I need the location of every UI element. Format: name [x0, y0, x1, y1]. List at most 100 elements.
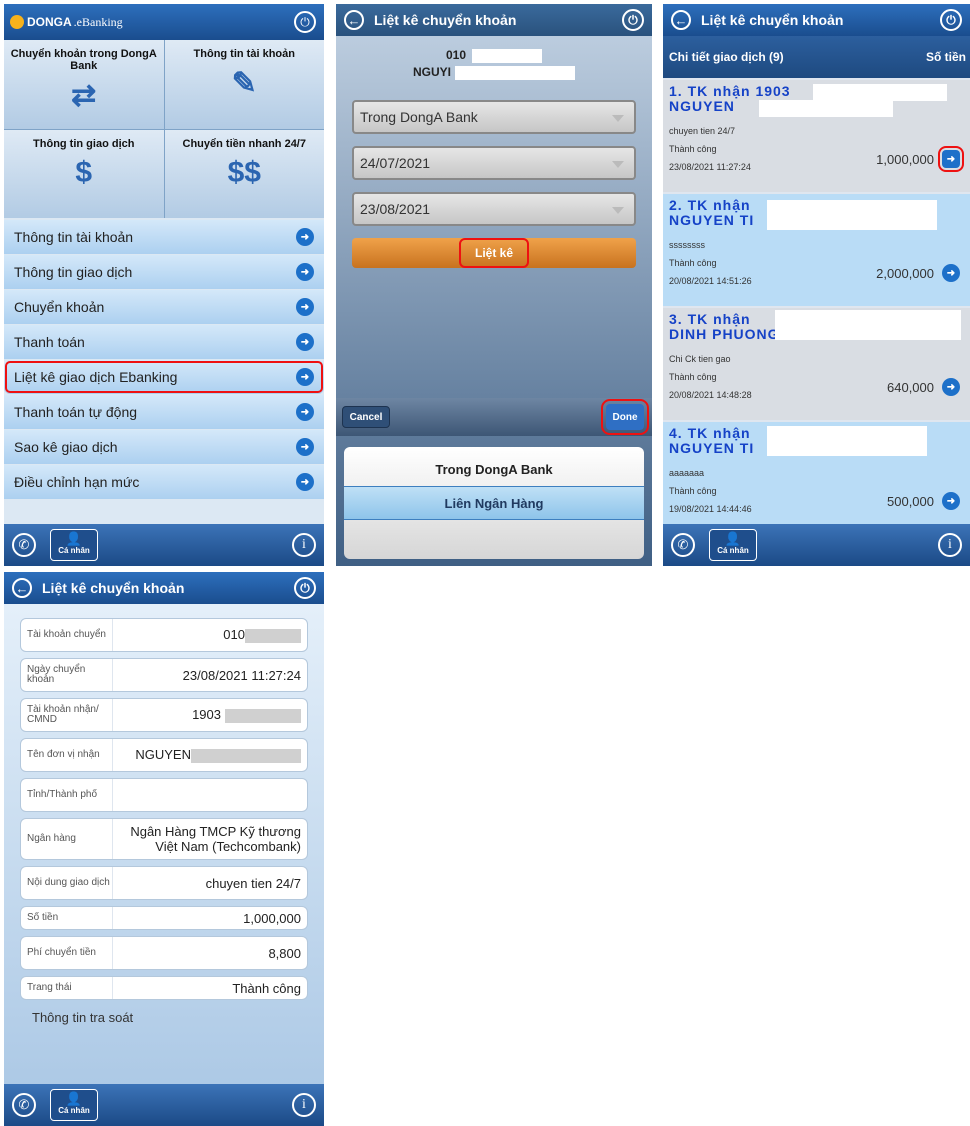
money-exchange-icon: $$	[227, 155, 261, 189]
person-icon: 👤	[65, 531, 83, 546]
info-icon[interactable]: i	[938, 533, 962, 557]
arrow-right-icon[interactable]: ➜	[942, 264, 960, 282]
account-summary: 010 NGUYI	[336, 48, 652, 80]
info-icon[interactable]: i	[292, 1093, 316, 1117]
menu-item-list-ebanking[interactable]: Liệt kê giao dịch Ebanking ➜	[4, 360, 324, 394]
detail-row: Tài khoản nhận/ CMND 1903	[20, 698, 308, 732]
arrow-right-icon[interactable]: ➜	[942, 492, 960, 510]
chevron-down-icon	[612, 207, 624, 214]
personal-button[interactable]: 👤 Cá nhân	[50, 529, 98, 561]
detail-row: Ngân hàng Ngân Hàng TMCP Kỹ thương Việt N…	[20, 818, 308, 860]
info-icon[interactable]: i	[292, 533, 316, 557]
list-button[interactable]: Liệt kê	[352, 238, 636, 268]
account-name: NGUYI	[412, 64, 451, 79]
home-screen: DONGA .eBanking ⏻ Chuyển khoản trong Don…	[4, 4, 324, 566]
arrow-right-icon: ➜	[296, 368, 314, 386]
arrow-right-icon: ➜	[296, 333, 314, 351]
transaction-item[interactable]: 2. TK nhận NGUYEN TI ssssssss Thành công…	[663, 194, 970, 306]
transaction-amount: 2,000,000	[876, 266, 934, 281]
menu-item-transfer[interactable]: Chuyển khoản ➜	[4, 290, 324, 324]
detail-row: Phí chuyển tiền 8,800	[20, 936, 308, 970]
transaction-desc: chuyen tien 24/7	[669, 126, 736, 136]
detail-count: Chi tiết giao dịch (9)	[669, 50, 784, 64]
list-subheader: Chi tiết giao dịch (9) Số tiền	[663, 36, 970, 78]
personal-button[interactable]: 👤 Cá nhân	[50, 1089, 98, 1121]
picker-option[interactable]	[344, 520, 644, 554]
menu-item-transaction-info[interactable]: Thông tin giao dịch ➜	[4, 255, 324, 289]
transaction-item[interactable]: 3. TK nhận DINH PHUONG Chi Ck tien gao T…	[663, 308, 970, 420]
back-icon[interactable]: ←	[671, 10, 691, 30]
transaction-item[interactable]: 1. TK nhận 1903 NGUYEN chuyen tien 24/7 …	[663, 80, 970, 192]
money-stack-icon: $	[75, 155, 93, 189]
brand-name: DONGA	[27, 15, 72, 29]
back-icon[interactable]: ←	[344, 10, 364, 30]
menu-item-statement[interactable]: Sao kê giao dịch ➜	[4, 430, 324, 464]
screen-header: ← Liệt kê chuyển khoản ⏻	[336, 4, 652, 36]
menu-item-payment[interactable]: Thanh toán ➜	[4, 325, 324, 359]
footer-bar: ✆ 👤 Cá nhân i	[4, 1084, 324, 1126]
power-icon[interactable]: ⏻	[622, 9, 644, 31]
tracing-info-link[interactable]: Thông tin tra soát	[32, 1010, 133, 1025]
brand-suffix: .eBanking	[73, 14, 123, 29]
tile-transaction-info[interactable]: Thông tin giao dịch $	[4, 129, 164, 218]
menu-item-limit[interactable]: Điều chỉnh hạn mức ➜	[4, 465, 324, 499]
power-icon[interactable]: ⏻	[940, 9, 962, 31]
screen-title: Liệt kê chuyển khoản	[701, 12, 844, 28]
transaction-item[interactable]: 4. TK nhận NGUYEN TI aaaaaaa Thành công …	[663, 422, 970, 526]
donga-logo-icon	[10, 15, 24, 29]
arrow-right-icon: ➜	[296, 298, 314, 316]
footer-bar: ✆ 👤 Cá nhân i	[663, 524, 970, 566]
main-menu: Thông tin tài khoản ➜ Thông tin giao dịch…	[4, 220, 324, 500]
tile-account-info[interactable]: Thông tin tài khoản ✎	[164, 40, 324, 129]
transfer-type-select[interactable]: Trong DongA Bank	[352, 100, 636, 134]
detail-row: Số tiền 1,000,000	[20, 906, 308, 930]
cancel-button[interactable]: Cancel	[342, 406, 390, 428]
pen-card-icon: ✎	[231, 67, 257, 100]
detail-row: Tài khoản chuyển 010	[20, 618, 308, 652]
arrow-right-icon: ➜	[296, 473, 314, 491]
arrow-right-icon: ➜	[296, 263, 314, 281]
footer-bar: ✆ 👤 Cá nhân i	[4, 524, 324, 566]
transaction-desc: Chi Ck tien gao	[669, 354, 731, 364]
account-number: 010	[445, 48, 467, 62]
to-date-select[interactable]: 23/08/2021	[352, 192, 636, 226]
arrow-right-icon: ➜	[296, 403, 314, 421]
picker-option-selected[interactable]: Liên Ngân Hàng	[344, 486, 644, 520]
detail-row: Tên đơn vị nhận NGUYEN	[20, 738, 308, 772]
option-picker: Trong DongA Bank Liên Ngân Hàng	[344, 447, 644, 559]
transaction-amount: 1,000,000	[876, 152, 934, 167]
screen-header: ← Liệt kê chuyển khoản ⏻	[663, 4, 970, 36]
person-icon: 👤	[65, 1091, 83, 1106]
tile-transfer-donga[interactable]: Chuyển khoản trong DongA Bank ⇄	[4, 40, 164, 129]
picker-option[interactable]: Trong DongA Bank	[344, 452, 644, 486]
personal-button[interactable]: 👤 Cá nhân	[709, 529, 757, 561]
done-button[interactable]: Done	[601, 399, 649, 435]
screen-title: Liệt kê chuyển khoản	[42, 580, 185, 596]
phone-icon[interactable]: ✆	[12, 1093, 36, 1117]
power-icon[interactable]: ⏻	[294, 577, 316, 599]
tile-fast-transfer[interactable]: Chuyển tiền nhanh 24/7 $$	[164, 129, 324, 218]
transfer-list-filter-screen: ← Liệt kê chuyển khoản ⏻ 010 NGUYI Trong…	[336, 4, 652, 566]
menu-item-account-info[interactable]: Thông tin tài khoản ➜	[4, 220, 324, 254]
arrow-right-icon: ➜	[296, 438, 314, 456]
detail-row: Nội dung giao dịch chuyen tien 24/7	[20, 866, 308, 900]
arrow-right-icon[interactable]: ➜	[942, 378, 960, 396]
menu-item-auto-payment[interactable]: Thanh toán tự động ➜	[4, 395, 324, 429]
transaction-list-screen: ← Liệt kê chuyển khoản ⏻ Chi tiết giao d…	[663, 4, 970, 566]
transfer-arrows-icon: ⇄	[71, 79, 97, 112]
transaction-desc: ssssssss	[669, 240, 705, 250]
chevron-down-icon	[612, 115, 624, 122]
power-icon[interactable]: ⏻	[294, 11, 316, 33]
from-date-select[interactable]: 24/07/2021	[352, 146, 636, 180]
person-icon: 👤	[724, 531, 742, 546]
shortcut-tiles: Chuyển khoản trong DongA Bank ⇄ Thông tin…	[4, 40, 324, 218]
arrow-right-icon: ➜	[296, 228, 314, 246]
amount-column-header: Số tiền	[925, 50, 966, 64]
phone-icon[interactable]: ✆	[671, 533, 695, 557]
screen-header: ← Liệt kê chuyển khoản ⏻	[4, 572, 324, 604]
phone-icon[interactable]: ✆	[12, 533, 36, 557]
transaction-amount: 640,000	[887, 380, 934, 395]
arrow-right-icon[interactable]: ➜	[938, 146, 964, 172]
back-icon[interactable]: ←	[12, 578, 32, 598]
picker-toolbar: Cancel Done	[336, 398, 652, 436]
